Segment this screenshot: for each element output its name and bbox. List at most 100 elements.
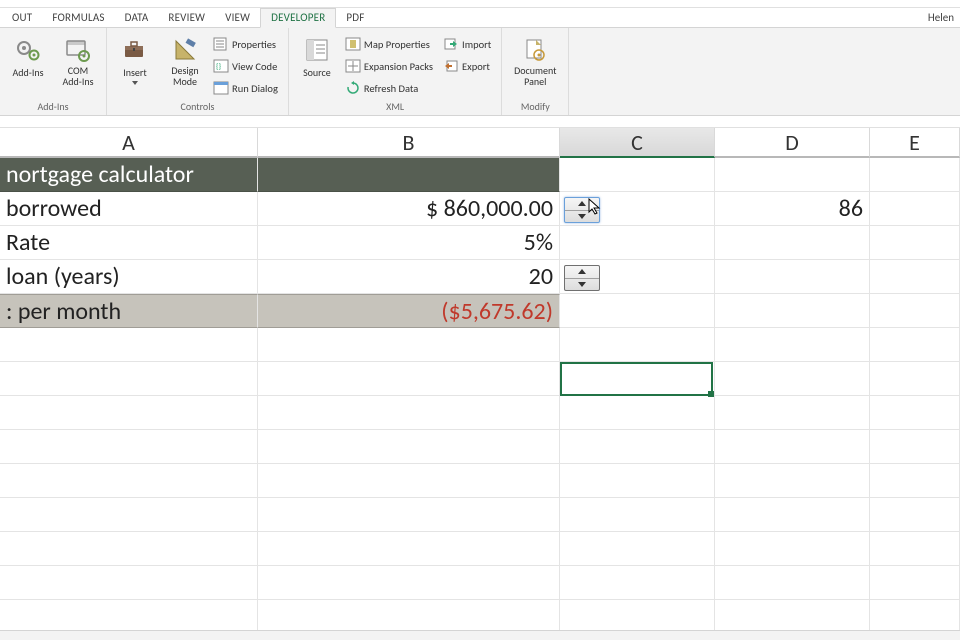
cell-c10[interactable]	[560, 464, 715, 498]
cell-b6[interactable]	[258, 328, 560, 362]
cell-e9[interactable]	[870, 430, 960, 464]
cell-a3[interactable]: Rate	[0, 226, 258, 260]
cell-d5[interactable]	[715, 294, 870, 328]
cell-d2[interactable]: 86	[715, 192, 870, 226]
insert-button[interactable]: Insert	[113, 32, 157, 85]
cell-d11[interactable]	[715, 498, 870, 532]
cell-d1[interactable]	[715, 158, 870, 192]
cell-d14[interactable]	[715, 600, 870, 634]
cell-a9[interactable]	[0, 430, 258, 464]
cell-c6[interactable]	[560, 328, 715, 362]
cell-a12[interactable]	[0, 532, 258, 566]
col-header-a[interactable]: A	[0, 128, 258, 158]
cell-a4[interactable]: loan (years)	[0, 260, 258, 294]
view-code-button[interactable]: {} View Code	[213, 56, 282, 76]
cell-a11[interactable]	[0, 498, 258, 532]
cell-b3[interactable]: 5%	[258, 226, 560, 260]
import-button[interactable]: Import	[443, 34, 495, 54]
run-dialog-button[interactable]: Run Dialog	[213, 78, 282, 98]
cell-c5[interactable]	[560, 294, 715, 328]
cell-c4[interactable]	[560, 260, 715, 294]
cell-b5[interactable]: ($5,675.62)	[258, 294, 560, 328]
cell-e4[interactable]	[870, 260, 960, 294]
cell-a6[interactable]	[0, 328, 258, 362]
cell-b12[interactable]	[258, 532, 560, 566]
cell-b8[interactable]	[258, 396, 560, 430]
export-button[interactable]: Export	[443, 56, 495, 76]
spin-button-years[interactable]	[564, 265, 600, 291]
spin-down[interactable]	[565, 279, 599, 291]
cell-e11[interactable]	[870, 498, 960, 532]
spin-button-borrowed[interactable]	[564, 197, 600, 223]
col-header-e[interactable]: E	[870, 128, 960, 158]
tab-view[interactable]: View	[215, 8, 260, 27]
cell-e1[interactable]	[870, 158, 960, 192]
cell-e10[interactable]	[870, 464, 960, 498]
cell-c12[interactable]	[560, 532, 715, 566]
cell-b10[interactable]	[258, 464, 560, 498]
tab-developer[interactable]: Developer	[260, 8, 336, 28]
spin-up[interactable]	[565, 266, 599, 279]
cell-e8[interactable]	[870, 396, 960, 430]
cell-d4[interactable]	[715, 260, 870, 294]
col-header-c[interactable]: C	[560, 128, 715, 158]
design-mode-button[interactable]: Design Mode	[163, 32, 207, 87]
col-header-b[interactable]: B	[258, 128, 560, 158]
cell-c9[interactable]	[560, 430, 715, 464]
cell-c3[interactable]	[560, 226, 715, 260]
cell-e13[interactable]	[870, 566, 960, 600]
cell-a5[interactable]: : per month	[0, 294, 258, 328]
cell-e14[interactable]	[870, 600, 960, 634]
properties-button[interactable]: Properties	[213, 34, 282, 54]
cell-a1[interactable]: nortgage calculator	[0, 158, 258, 192]
cell-c8[interactable]	[560, 396, 715, 430]
cell-d7[interactable]	[715, 362, 870, 396]
sheet-tab-bar[interactable]	[0, 630, 960, 640]
cell-a8[interactable]	[0, 396, 258, 430]
spin-down[interactable]	[565, 211, 599, 223]
cell-e5[interactable]	[870, 294, 960, 328]
tab-formulas[interactable]: Formulas	[42, 8, 114, 27]
spin-up[interactable]	[565, 198, 599, 211]
cell-b4[interactable]: 20	[258, 260, 560, 294]
cell-d10[interactable]	[715, 464, 870, 498]
cell-c7[interactable]	[560, 362, 715, 396]
source-button[interactable]: Source	[295, 32, 339, 79]
refresh-data-button[interactable]: Refresh Data	[345, 78, 437, 98]
expansion-packs-button[interactable]: Expansion Packs	[345, 56, 437, 76]
cell-c13[interactable]	[560, 566, 715, 600]
cell-b11[interactable]	[258, 498, 560, 532]
document-panel-button[interactable]: Document Panel	[508, 32, 562, 87]
cell-b2[interactable]: $ 860,000.00	[258, 192, 560, 226]
col-header-d[interactable]: D	[715, 128, 870, 158]
cell-b7[interactable]	[258, 362, 560, 396]
tab-review[interactable]: Review	[158, 8, 215, 27]
cell-c1[interactable]	[560, 158, 715, 192]
cell-d3[interactable]	[715, 226, 870, 260]
cell-e3[interactable]	[870, 226, 960, 260]
cell-d9[interactable]	[715, 430, 870, 464]
cell-c11[interactable]	[560, 498, 715, 532]
map-properties-button[interactable]: Map Properties	[345, 34, 437, 54]
cell-c2[interactable]	[560, 192, 715, 226]
cell-e12[interactable]	[870, 532, 960, 566]
tab-pdf[interactable]: PDF	[336, 8, 374, 27]
cell-a13[interactable]	[0, 566, 258, 600]
cell-b9[interactable]	[258, 430, 560, 464]
com-addins-button[interactable]: COM Add-Ins	[56, 32, 100, 87]
cell-b1[interactable]	[258, 158, 560, 192]
cell-e6[interactable]	[870, 328, 960, 362]
cell-e2[interactable]	[870, 192, 960, 226]
cell-e7[interactable]	[870, 362, 960, 396]
cell-a14[interactable]	[0, 600, 258, 634]
addins-button[interactable]: Add-Ins	[6, 32, 50, 79]
tab-layout-partial[interactable]: OUT	[2, 8, 42, 27]
cell-d6[interactable]	[715, 328, 870, 362]
cell-a7[interactable]	[0, 362, 258, 396]
cell-d13[interactable]	[715, 566, 870, 600]
cell-a10[interactable]	[0, 464, 258, 498]
cell-d12[interactable]	[715, 532, 870, 566]
cell-b14[interactable]	[258, 600, 560, 634]
cell-c14[interactable]	[560, 600, 715, 634]
formula-bar[interactable]	[0, 116, 960, 128]
